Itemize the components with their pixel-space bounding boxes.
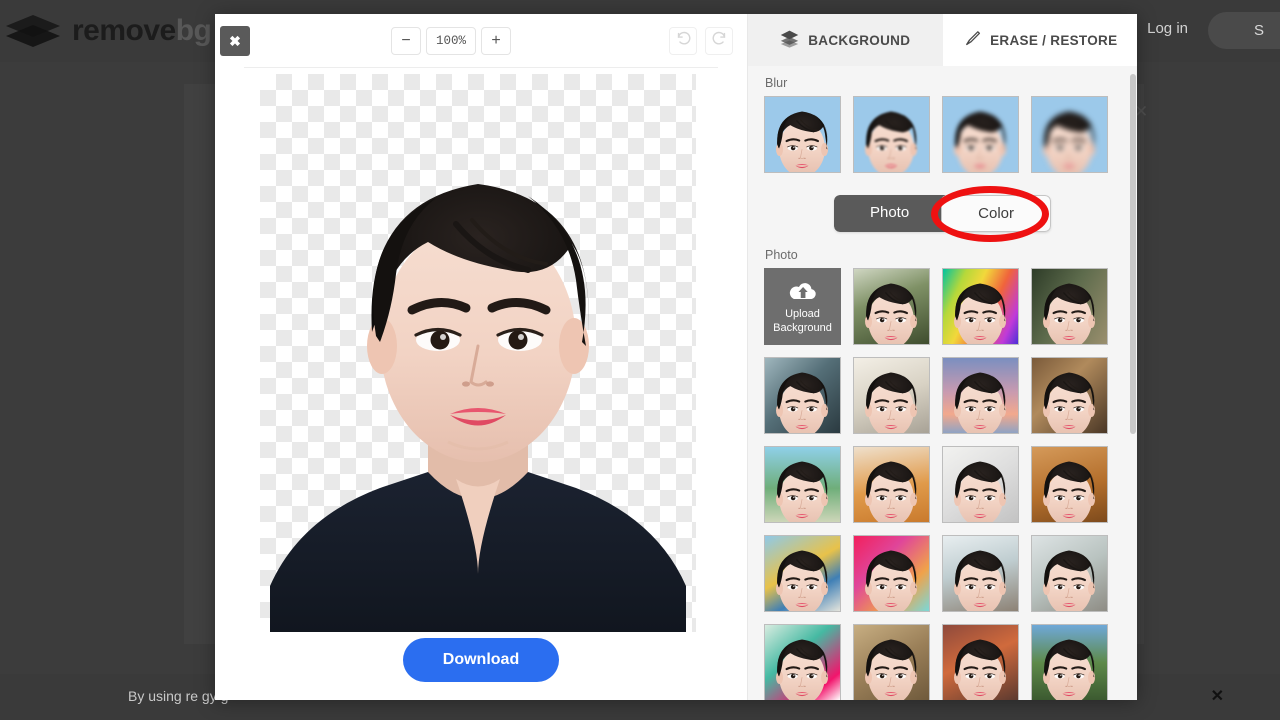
background-option-bg-tropical-beach[interactable] xyxy=(764,446,841,523)
panel-tabs: BACKGROUND ERASE / RESTORE xyxy=(748,14,1137,66)
thumbnail-portrait xyxy=(1032,636,1107,701)
blur-option-0[interactable] xyxy=(764,96,841,173)
thumbnail-portrait xyxy=(943,280,1018,346)
background-side-panel: BACKGROUND ERASE / RESTORE Blur xyxy=(747,14,1137,700)
panel-scrollbar[interactable] xyxy=(1130,74,1136,434)
subject-portrait xyxy=(260,74,696,632)
thumbnail-portrait xyxy=(1032,547,1107,613)
undo-arrow-icon xyxy=(675,30,692,52)
thumbnail-portrait xyxy=(765,108,840,174)
signup-button[interactable]: S xyxy=(1208,12,1280,49)
toolbar-divider xyxy=(244,67,718,68)
background-option-bg-stone-brick-wall[interactable] xyxy=(853,624,930,700)
app-root: removebg Log in S ✕ By using re gy g ✕ ✖… xyxy=(0,0,1280,720)
undo-button[interactable] xyxy=(669,27,697,55)
thumbnail-portrait xyxy=(943,369,1018,435)
thumbnail-portrait xyxy=(765,369,840,435)
thumbnail-portrait xyxy=(765,547,840,613)
background-grid: Upload Background xyxy=(764,268,1121,700)
background-option-bg-pink-orange-gradient[interactable] xyxy=(853,535,930,612)
cloud-upload-icon xyxy=(788,279,818,307)
brush-icon xyxy=(962,29,981,51)
brand-name-primary: remove xyxy=(72,14,176,47)
thumbnail-portrait xyxy=(1032,280,1107,346)
background-option-bg-winter-snow[interactable] xyxy=(942,535,1019,612)
thumbnail-portrait xyxy=(854,369,929,435)
layers-icon xyxy=(780,29,799,51)
site-logo[interactable]: removebg xyxy=(0,6,211,56)
zoom-out-button[interactable]: − xyxy=(391,27,421,55)
background-option-bg-red-canyon[interactable] xyxy=(942,624,1019,700)
editor-toolbar: ✖ − 100% + xyxy=(215,14,747,68)
thumbnail-portrait xyxy=(854,636,929,701)
layers-diamond-icon xyxy=(4,13,62,49)
zoom-in-button[interactable]: + xyxy=(481,27,511,55)
thumbnail-portrait xyxy=(1032,369,1107,435)
upload-label-line2: Background xyxy=(773,322,832,335)
download-area: Download xyxy=(215,638,747,682)
background-option-bg-wooden-pier[interactable] xyxy=(1031,357,1108,434)
thumbnail-portrait xyxy=(854,458,929,524)
thumbnail-portrait xyxy=(1032,458,1107,524)
editor-modal: ✖ − 100% + xyxy=(215,14,1137,700)
thumbnail-portrait xyxy=(1032,108,1107,174)
thumbnail-portrait xyxy=(765,458,840,524)
tab-erase-restore[interactable]: ERASE / RESTORE xyxy=(943,14,1138,66)
toggle-photo-option[interactable]: Photo xyxy=(834,195,945,232)
thumbnail-portrait xyxy=(943,458,1018,524)
redo-button[interactable] xyxy=(705,27,733,55)
upload-label-line1: Upload xyxy=(785,308,820,321)
background-option-bg-glass-architecture[interactable] xyxy=(764,357,841,434)
background-option-bg-colorful-houses[interactable] xyxy=(764,535,841,612)
download-button[interactable]: Download xyxy=(403,638,559,682)
thumbnail-portrait xyxy=(943,636,1018,701)
background-option-bg-white-brick[interactable] xyxy=(942,446,1019,523)
transparency-canvas[interactable] xyxy=(260,74,696,632)
photo-color-toggle: Photo Color xyxy=(764,195,1121,232)
panel-body: Blur xyxy=(748,66,1137,700)
redo-arrow-icon xyxy=(711,30,728,52)
upload-background-button[interactable]: Upload Background xyxy=(764,268,841,345)
background-option-bg-rainbow-gradient[interactable] xyxy=(942,268,1019,345)
thumbnail-portrait xyxy=(943,547,1018,613)
blur-thumbnail-row xyxy=(764,96,1121,173)
tab-background-label: BACKGROUND xyxy=(808,33,910,48)
login-link[interactable]: Log in xyxy=(1147,20,1188,37)
blur-option-2[interactable] xyxy=(942,96,1019,173)
thumbnail-portrait xyxy=(854,547,929,613)
thumbnail-portrait xyxy=(854,280,929,346)
thumbnail-portrait xyxy=(765,636,840,701)
close-icon: ✖ xyxy=(229,33,241,50)
cookie-banner-text: By using re gy g xyxy=(128,688,228,704)
thumbnail-portrait xyxy=(943,108,1018,174)
tab-background[interactable]: BACKGROUND xyxy=(748,14,943,66)
thumbnail-portrait xyxy=(854,108,929,174)
background-option-bg-sand-dunes[interactable] xyxy=(1031,446,1108,523)
background-option-bg-sunset-sky[interactable] xyxy=(942,357,1019,434)
blur-option-3[interactable] xyxy=(1031,96,1108,173)
history-controls xyxy=(669,27,733,55)
zoom-level-value[interactable]: 100% xyxy=(426,27,476,55)
close-modal-button[interactable]: ✖ xyxy=(220,26,250,56)
blur-section-label: Blur xyxy=(765,76,1121,90)
background-option-bg-white-corridor[interactable] xyxy=(853,357,930,434)
background-option-bg-forest-waterfall[interactable] xyxy=(853,268,930,345)
background-option-bg-green-hillside-cabin[interactable] xyxy=(1031,624,1108,700)
zoom-controls: − 100% + xyxy=(391,27,511,55)
background-option-bg-studio-interior[interactable] xyxy=(1031,535,1108,612)
editor-pane: ✖ − 100% + xyxy=(215,14,747,700)
canvas-area[interactable] xyxy=(260,74,696,632)
toggle-color-option[interactable]: Color xyxy=(941,195,1051,232)
segmented-control: Photo Color xyxy=(834,195,1051,232)
cookie-close-icon[interactable]: ✕ xyxy=(1211,686,1224,706)
background-option-bg-orange-desert[interactable] xyxy=(853,446,930,523)
background-option-bg-abstract-teal-pink[interactable] xyxy=(764,624,841,700)
brand-name-secondary: bg xyxy=(176,14,212,47)
photo-section-label: Photo xyxy=(765,248,1121,262)
background-option-bg-green-interior[interactable] xyxy=(1031,268,1108,345)
tab-erase-restore-label: ERASE / RESTORE xyxy=(990,33,1117,48)
blur-option-1[interactable] xyxy=(853,96,930,173)
